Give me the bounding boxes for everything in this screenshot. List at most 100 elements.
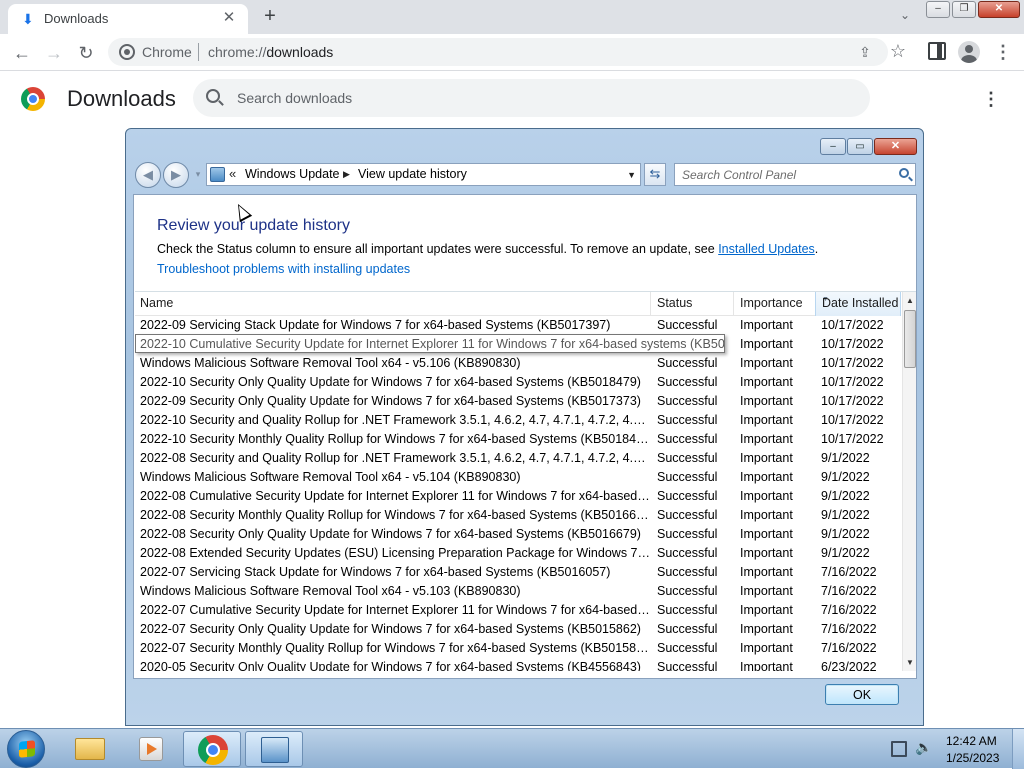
new-tab-button[interactable]: + [259,6,281,28]
tab-downloads[interactable]: ⬇ Downloads ✕ [8,4,248,34]
recent-pages-chevron-icon[interactable]: ▾ [192,162,204,188]
table-row[interactable]: 2022-09 Servicing Stack Update for Windo… [135,316,901,335]
column-header-date-installed[interactable]: ▼ Date Installed [815,292,901,316]
breadcrumb-arrow-icon[interactable]: ▶ [343,169,350,180]
scroll-up-arrow-icon[interactable]: ▲ [903,294,916,308]
clock-date[interactable]: 1/25/2023 [946,751,999,765]
column-divider[interactable] [650,292,651,316]
control-panel-search-input[interactable] [682,167,882,182]
cell-importance: Important [740,451,793,465]
profile-avatar-icon[interactable] [958,41,980,63]
cell-importance: Important [740,394,793,408]
bookmark-star-icon[interactable]: ☆ [888,41,908,61]
review-description: Check the Status column to ensure all im… [157,242,818,256]
breadcrumb-windows-update[interactable]: Windows Update [245,167,340,181]
tab-search-chevron-icon[interactable]: ⌄ [895,8,915,26]
cell-date-installed: 10/17/2022 [821,394,884,408]
cell-importance: Important [740,337,793,351]
volume-icon[interactable]: 🔈 [915,739,933,757]
cell-date-installed: 9/1/2022 [821,508,870,522]
search-icon[interactable] [899,168,909,178]
table-row[interactable]: 2022-07 Security Monthly Quality Rollup … [135,639,901,658]
column-header-name[interactable]: Name [140,296,173,310]
restore-button[interactable]: ❐ [952,1,976,18]
show-desktop-button[interactable] [1012,729,1024,769]
cell-importance: Important [740,356,793,370]
forward-arrow-icon[interactable]: → [43,42,65,64]
control-panel-search-box[interactable] [674,163,916,186]
breadcrumb-overflow-icon[interactable]: « [229,166,236,181]
table-row[interactable]: 2022-08 Security Monthly Quality Rollup … [135,506,901,525]
share-icon[interactable]: ⇪ [856,44,874,62]
table-row[interactable]: Windows Malicious Software Removal Tool … [135,354,901,373]
taskbar-explorer[interactable] [61,731,119,767]
installed-updates-link[interactable]: Installed Updates [718,242,815,256]
table-row[interactable]: 2020-05 Security Only Quality Update for… [135,658,901,671]
column-header-importance[interactable]: Importance [740,296,803,310]
dialog-address-bar[interactable]: « Windows Update ▶ View update history ▼ [206,163,641,186]
cell-date-installed: 7/16/2022 [821,641,877,655]
table-row[interactable]: 2022-10 Security Monthly Quality Rollup … [135,430,901,449]
cell-status: Successful [657,432,718,446]
address-dropdown-icon[interactable]: ▼ [627,170,636,180]
minimize-button[interactable]: – [926,1,950,18]
browser-menu-icon[interactable]: ⋮ [994,42,1012,62]
cell-status: Successful [657,451,718,465]
cell-importance: Important [740,603,793,617]
cell-importance: Important [740,470,793,484]
cell-status: Successful [657,470,718,484]
cell-date-installed: 10/17/2022 [821,413,884,427]
omnibox[interactable]: Chrome chrome://downloads [108,38,888,66]
downloads-more-actions-icon[interactable]: ⋮ [982,88,1000,110]
media-player-icon [139,737,163,761]
table-row[interactable]: 2022-10 Security and Quality Rollup for … [135,411,901,430]
side-panel-icon[interactable] [928,42,946,60]
tab-close-icon[interactable]: ✕ [220,9,238,27]
taskbar: 🔈 12:42 AM 1/25/2023 [0,728,1024,769]
cell-importance: Important [740,565,793,579]
dialog-maximize-button[interactable]: ▭ [847,138,873,155]
cell-status: Successful [657,603,718,617]
scrollbar-thumb[interactable] [904,310,916,368]
scroll-down-arrow-icon[interactable]: ▼ [903,656,916,670]
table-row[interactable]: 2022-08 Extended Security Updates (ESU) … [135,544,901,563]
taskbar-chrome[interactable] [183,731,241,767]
taskbar-control-panel[interactable] [245,731,303,767]
reload-icon[interactable]: ↻ [75,42,97,64]
taskbar-media-player[interactable] [121,731,179,767]
back-arrow-icon[interactable]: ← [11,42,33,64]
table-row[interactable]: 2022-08 Cumulative Security Update for I… [135,487,901,506]
downloads-search-input[interactable] [237,88,837,108]
table-row[interactable]: 2022-07 Security Only Quality Update for… [135,620,901,639]
chrome-logo-icon [21,87,45,111]
dialog-minimize-button[interactable]: – [820,138,846,155]
clock-time[interactable]: 12:42 AM [946,734,997,748]
start-button[interactable] [7,730,45,768]
ok-button[interactable]: OK [825,684,899,705]
table-row[interactable]: 2022-10 Security Only Quality Update for… [135,373,901,392]
table-row[interactable]: Windows Malicious Software Removal Tool … [135,468,901,487]
dialog-forward-icon[interactable]: ▶ [163,162,189,188]
table-row[interactable]: 2022-08 Security and Quality Rollup for … [135,449,901,468]
cell-status: Successful [657,318,718,332]
breadcrumb-view-update-history[interactable]: View update history [358,167,467,181]
cell-date-installed: 7/16/2022 [821,603,877,617]
table-scrollbar[interactable]: ▲ ▼ [902,292,916,671]
column-header-status[interactable]: Status [657,296,692,310]
downloads-search-box[interactable] [193,79,870,117]
table-row[interactable]: 2022-07 Cumulative Security Update for I… [135,601,901,620]
cell-date-installed: 6/23/2022 [821,660,877,671]
table-row[interactable]: 2022-09 Security Only Quality Update for… [135,392,901,411]
column-divider[interactable] [733,292,734,316]
dialog-refresh-button[interactable]: ⇆ [644,163,666,186]
dialog-close-button[interactable]: ✕ [874,138,917,155]
omnibox-url-path: downloads [266,44,334,60]
close-window-button[interactable]: ✕ [978,1,1020,18]
table-row[interactable]: 2022-07 Servicing Stack Update for Windo… [135,563,901,582]
network-icon[interactable] [891,741,907,757]
table-row[interactable]: 2022-08 Security Only Quality Update for… [135,525,901,544]
table-row[interactable]: Windows Malicious Software Removal Tool … [135,582,901,601]
dialog-back-icon[interactable]: ◀ [135,162,161,188]
troubleshoot-link[interactable]: Troubleshoot problems with installing up… [157,262,410,276]
cell-status: Successful [657,622,718,636]
